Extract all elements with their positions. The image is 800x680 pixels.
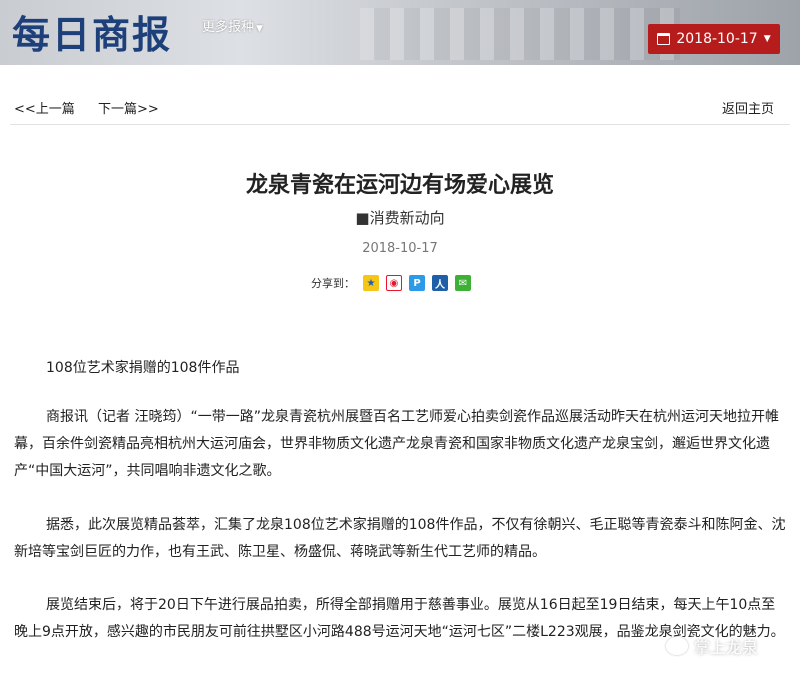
watermark-text: 掌上龙泉: [694, 638, 759, 657]
more-papers-dropdown[interactable]: 更多报种 ▼: [202, 16, 263, 35]
wechat-bubble-icon: [666, 637, 688, 655]
article-paragraph: 商报讯（记者 汪晓筠）“一带一路”龙泉青瓷杭州展暨百名工艺师爱心拍卖剑瓷作品巡展…: [14, 404, 786, 485]
caret-down-icon: ▼: [256, 24, 263, 34]
paragraph-text: 108位艺术家捐赠的108件作品: [46, 360, 240, 376]
article-subtitle: ■消费新动向: [355, 209, 445, 227]
date-picker-button[interactable]: 2018-10-17 ▼: [648, 24, 780, 54]
article-paragraph: 据悉，此次展览精品荟萃，汇集了龙泉108位艺术家捐赠的108件作品，不仅有徐朝兴…: [14, 512, 786, 566]
masthead: 每日商报 更多报种 ▼ 2018-10-17 ▼: [0, 0, 800, 65]
qzone-icon[interactable]: ★: [363, 275, 379, 291]
renren-icon[interactable]: 人: [432, 275, 448, 291]
more-papers-label: 更多报种: [202, 20, 255, 35]
next-article-link[interactable]: 下一篇>>: [98, 98, 159, 117]
caret-down-icon: ▼: [763, 34, 771, 44]
article-lead-paragraph: 108位艺术家捐赠的108件作品: [14, 355, 786, 382]
masthead-background: [360, 8, 680, 60]
paragraph-text: 据悉，此次展览精品荟萃，汇集了龙泉108位艺术家捐赠的108件作品，不仅有徐朝兴…: [14, 517, 786, 560]
paragraph-text: 商报讯（记者 汪晓筠）“一带一路”龙泉青瓷杭州展暨百名工艺师爱心拍卖剑瓷作品巡展…: [14, 409, 779, 479]
article-date: 2018-10-17: [362, 241, 438, 256]
wechat-icon[interactable]: ✉: [455, 275, 471, 291]
weibo-icon[interactable]: ◉: [386, 275, 402, 291]
calendar-icon: [657, 33, 671, 45]
share-bar: 分享到： ★ ◉ P 人 ✉: [311, 275, 478, 291]
date-picker-label: 2018-10-17: [676, 31, 758, 47]
article-title: 龙泉青瓷在运河边有场爱心展览: [245, 173, 554, 198]
tencent-weibo-icon[interactable]: P: [409, 275, 425, 291]
watermark: 掌上龙泉: [666, 634, 758, 658]
share-label: 分享到：: [311, 277, 355, 290]
divider: [10, 124, 790, 125]
return-home-link[interactable]: 返回主页: [722, 98, 774, 117]
newspaper-logo[interactable]: 每日商报: [12, 4, 172, 59]
previous-article-link[interactable]: <<上一篇: [14, 98, 75, 117]
